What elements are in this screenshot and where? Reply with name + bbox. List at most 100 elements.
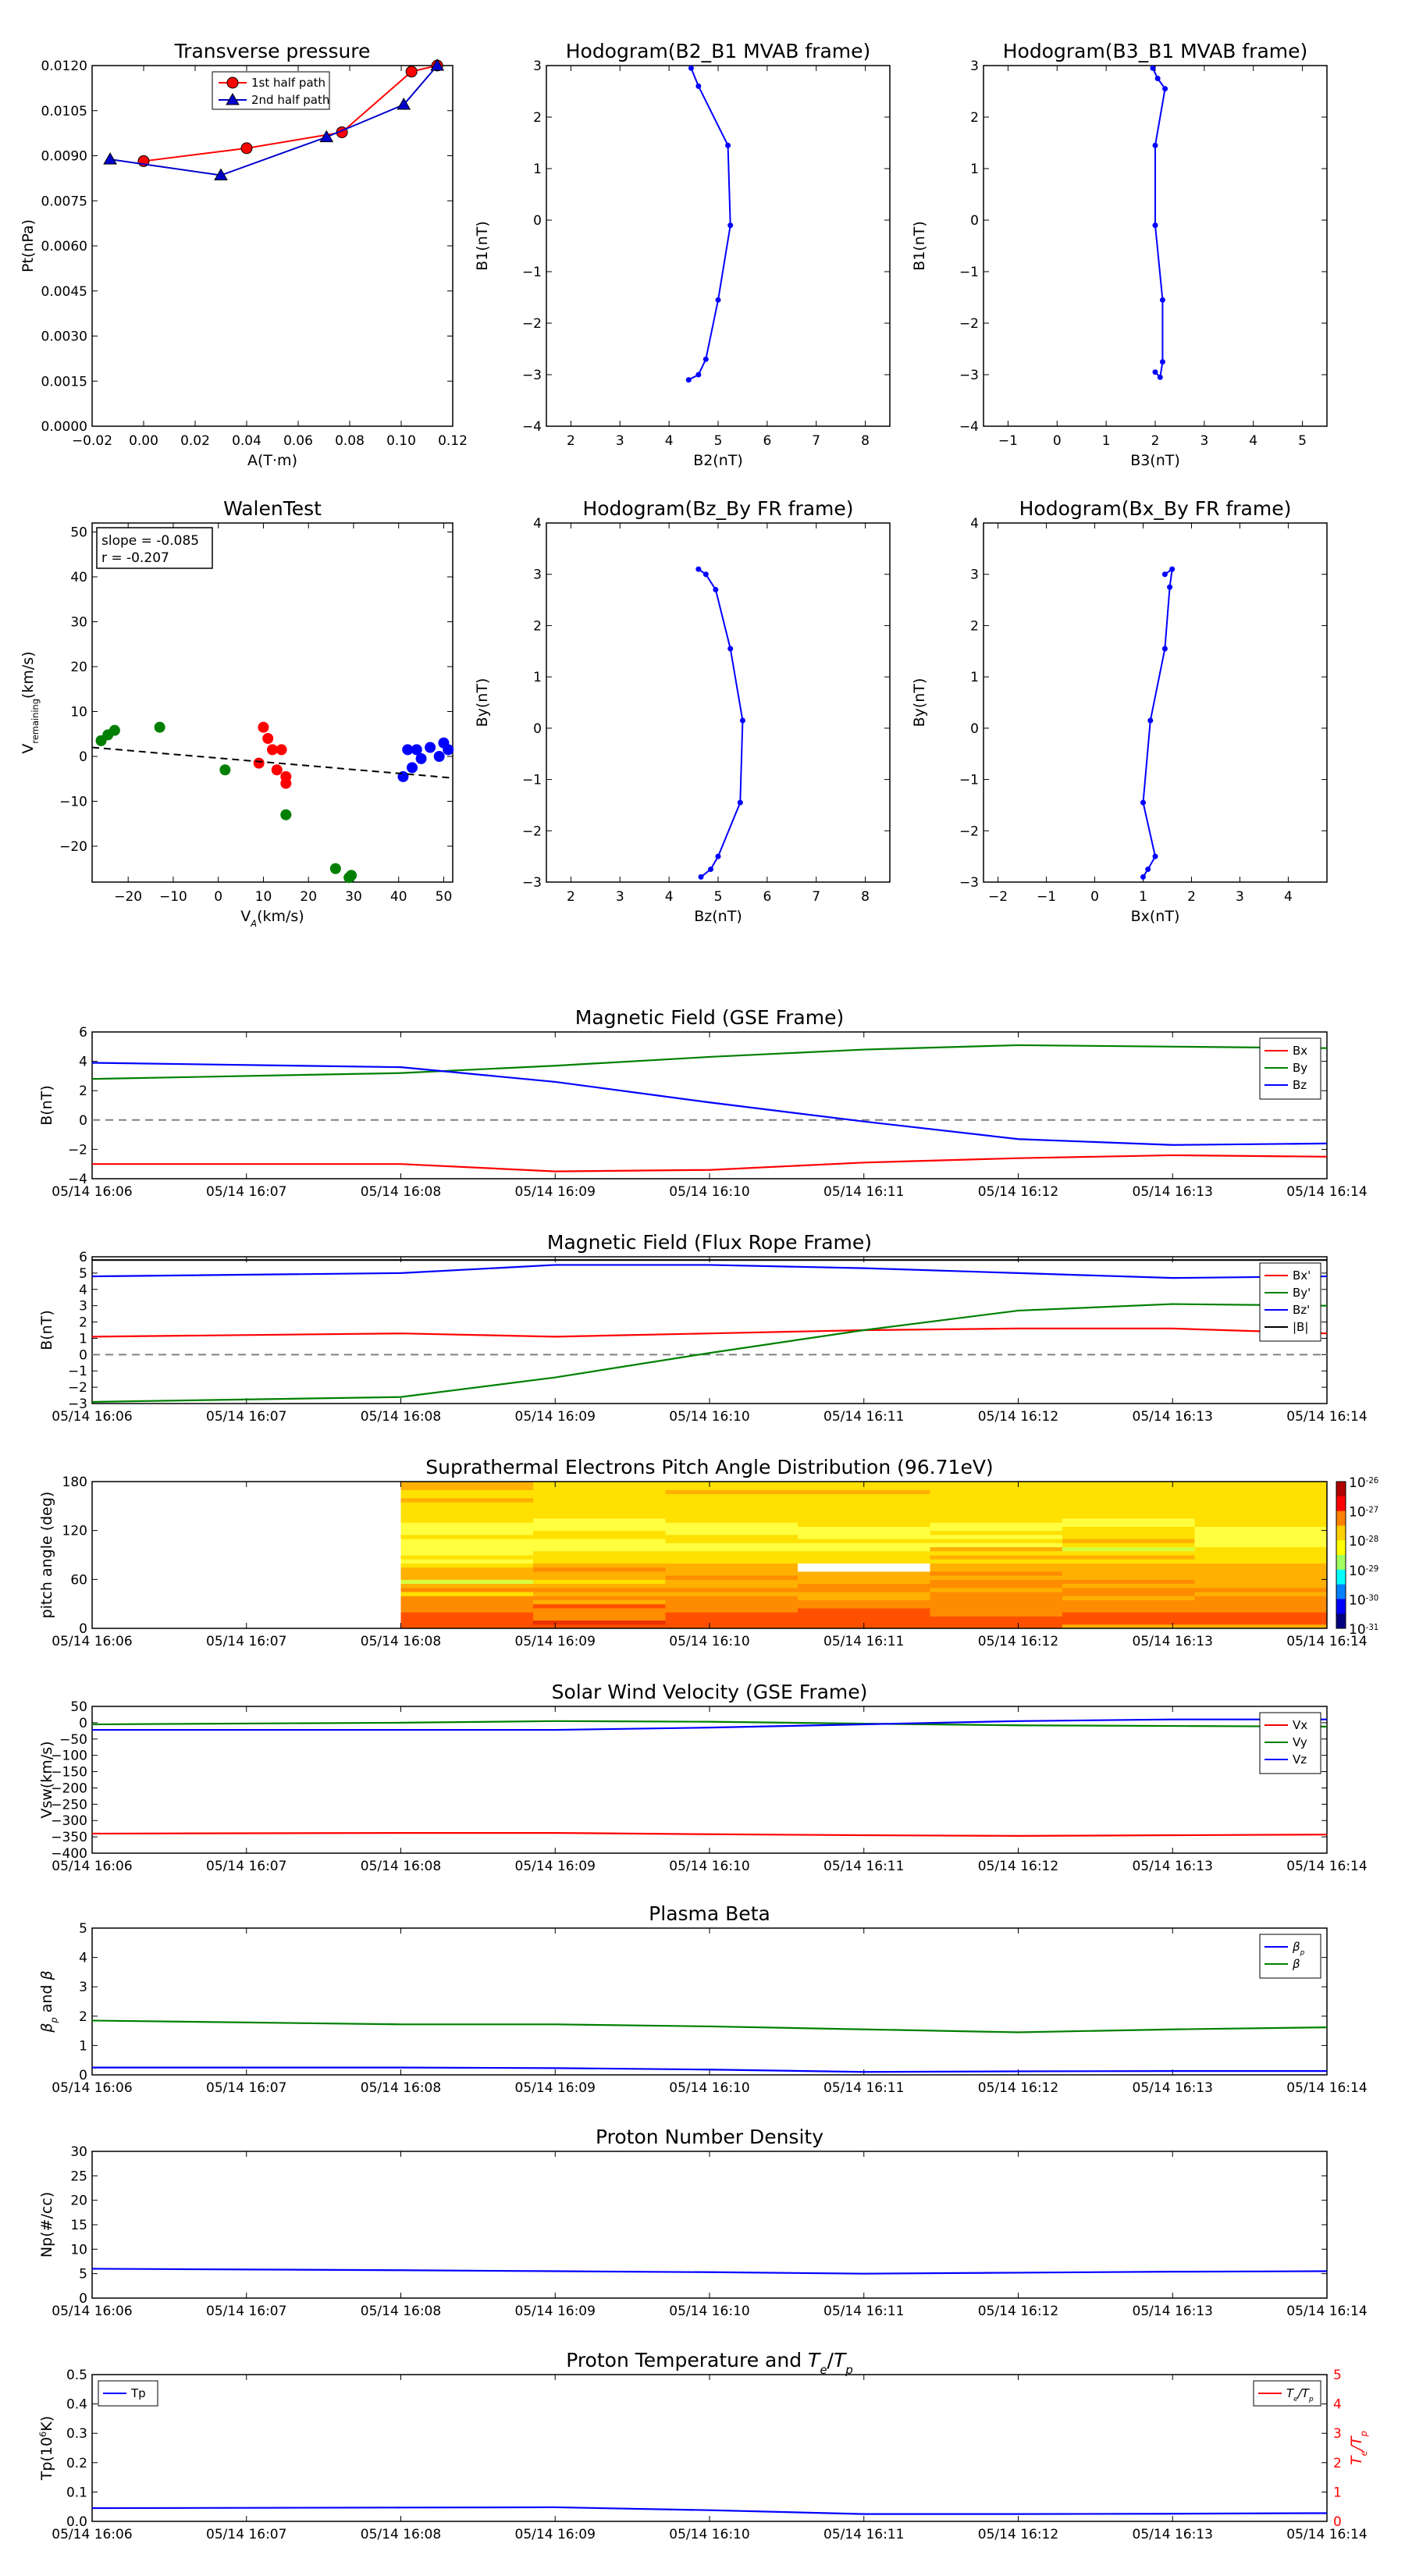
pad-cell: [1194, 1514, 1328, 1519]
pad-cell: [1194, 1482, 1328, 1486]
temp-y2tick-label: 3: [1333, 2426, 1342, 2442]
pad-cell: [533, 1502, 666, 1507]
np-xtick-label: 05/14 16:08: [361, 2304, 441, 2319]
pad-cell: [798, 1592, 930, 1596]
walen-point: [425, 742, 436, 753]
pad-cell: [400, 1592, 534, 1596]
walen-xtick-label: −10: [159, 889, 187, 905]
bgse-xtick-label: 05/14 16:13: [1133, 1184, 1213, 1200]
pad-cell: [1062, 1539, 1195, 1543]
hodo4-frame: [983, 522, 1328, 883]
hodo2-ylabel: B1(nT): [911, 221, 928, 271]
pad-cell: [665, 1563, 799, 1568]
hodo2-xtick-label: 0: [1053, 433, 1062, 449]
pad-colorbar-segment: [1336, 1482, 1346, 1497]
beta-ytick-label: 4: [79, 1951, 87, 1966]
vsw-ytick-label: 0: [79, 1716, 87, 1731]
pad-cell: [930, 1592, 1063, 1596]
pad-cell: [798, 1583, 930, 1589]
hodo4-panel: Hodogram(Bx_By FR frame) −2 −1 0 1 2 3 4 −3 −2 −1 0…: [911, 497, 1328, 925]
bfr-ytick-label: 3: [79, 1299, 87, 1315]
np-ytick-label: 25: [70, 2169, 87, 2184]
hodo2-title: Hodogram(B3_B1 MVAB frame): [1003, 40, 1308, 62]
pad-cell: [798, 1534, 930, 1539]
pad-cell: [1062, 1571, 1195, 1576]
bfr-legend-label: By': [1293, 1286, 1311, 1300]
hodo3-xtick-label: 2: [567, 889, 575, 905]
pad-cell: [930, 1526, 1063, 1532]
hodo1-point: [688, 65, 694, 71]
bgse-ylabel: B(nT): [38, 1085, 55, 1126]
pad-cell: [665, 1518, 799, 1523]
pad-cell: [533, 1550, 666, 1556]
walen-ylabel: Vremaining(km/s): [20, 651, 41, 753]
beta-ytick-label: 3: [79, 1980, 87, 1995]
pad-cell: [930, 1510, 1063, 1515]
pad-cell: [930, 1497, 1063, 1503]
walen-point: [443, 744, 454, 756]
hodo1-xtick-label: 8: [861, 433, 870, 449]
pad-cell: [798, 1587, 930, 1592]
hodo4-ytick-label: 1: [970, 670, 979, 685]
pad-cell: [533, 1559, 666, 1564]
pad-cell: [400, 1612, 534, 1617]
bfr-ytick-label: −3: [68, 1397, 87, 1412]
pad-cell: [1062, 1603, 1195, 1609]
pad-cell: [798, 1575, 930, 1580]
pad-colorbar-segment: [1336, 1614, 1346, 1629]
hodo4-point: [1152, 853, 1158, 859]
pad-cell: [1062, 1530, 1195, 1535]
walen-xtick-label: 10: [255, 889, 272, 905]
temp-xtick-label: 05/14 16:06: [52, 2527, 132, 2542]
hodo1-ytick-label: 1: [533, 162, 542, 177]
pad-cell: [400, 1482, 534, 1486]
hodo2-xtick-label: 5: [1298, 433, 1307, 449]
bgse-legend-label: Bx: [1293, 1044, 1307, 1058]
pad-cell: [930, 1571, 1063, 1576]
bgse-xtick-label: 05/14 16:06: [52, 1184, 132, 1200]
pad-cell: [1194, 1546, 1328, 1552]
hodo1-ytick-label: 0: [533, 213, 542, 229]
np-ytick-label: 10: [70, 2242, 87, 2258]
bfr-xtick-label: 05/14 16:06: [52, 1409, 132, 1425]
beta-xtick-label: 05/14 16:07: [206, 2080, 286, 2096]
hodo3-point: [702, 571, 709, 578]
pad-cell: [533, 1526, 666, 1532]
pad-cell: [1194, 1493, 1328, 1499]
pad-cell: [400, 1510, 534, 1515]
bfr-ytick-label: −2: [68, 1380, 87, 1396]
pad-cell: [665, 1506, 799, 1511]
pad-colorbar-tick-label: 10-27: [1349, 1505, 1378, 1521]
pad-cell: [1194, 1550, 1328, 1556]
pad-cell: [798, 1526, 930, 1532]
pad-cell: [798, 1489, 930, 1495]
bgse-xtick-label: 05/14 16:07: [206, 1184, 286, 1200]
pad-cell: [930, 1616, 1063, 1621]
walen-ytick-label: 30: [70, 615, 87, 631]
pad-cell: [533, 1620, 666, 1625]
hodo2-point: [1157, 374, 1163, 380]
pad-cell: [665, 1546, 799, 1552]
pad-cell: [1062, 1567, 1195, 1572]
pad-colorbar-segment: [1336, 1496, 1346, 1512]
bgse-xtick-label: 05/14 16:11: [823, 1184, 904, 1200]
tp-legend: 1st half path 2nd half path: [212, 71, 330, 110]
pad-cell: [400, 1567, 534, 1572]
pad-cell: [665, 1555, 799, 1560]
pad-cell: [400, 1530, 534, 1535]
tp-title: Transverse pressure: [174, 40, 371, 62]
pad-cell: [798, 1539, 930, 1543]
pad-cell: [1194, 1592, 1328, 1596]
pad-cell: [400, 1599, 534, 1605]
pad-cell: [930, 1587, 1063, 1592]
vsw-xtick-label: 05/14 16:08: [361, 1859, 441, 1874]
bgse-ytick-label: −4: [68, 1172, 87, 1187]
pad-colorbar-segment: [1336, 1555, 1346, 1571]
pad-cell: [665, 1620, 799, 1625]
pad-cell: [798, 1555, 930, 1560]
temp-y2tick-label: 5: [1333, 2368, 1342, 2383]
hodo2-ytick-label: 0: [970, 213, 979, 229]
hodo4-point: [1161, 571, 1168, 578]
bfr-legend-label: |B|: [1293, 1320, 1308, 1334]
bgse-xtick-label: 05/14 16:12: [978, 1184, 1058, 1200]
